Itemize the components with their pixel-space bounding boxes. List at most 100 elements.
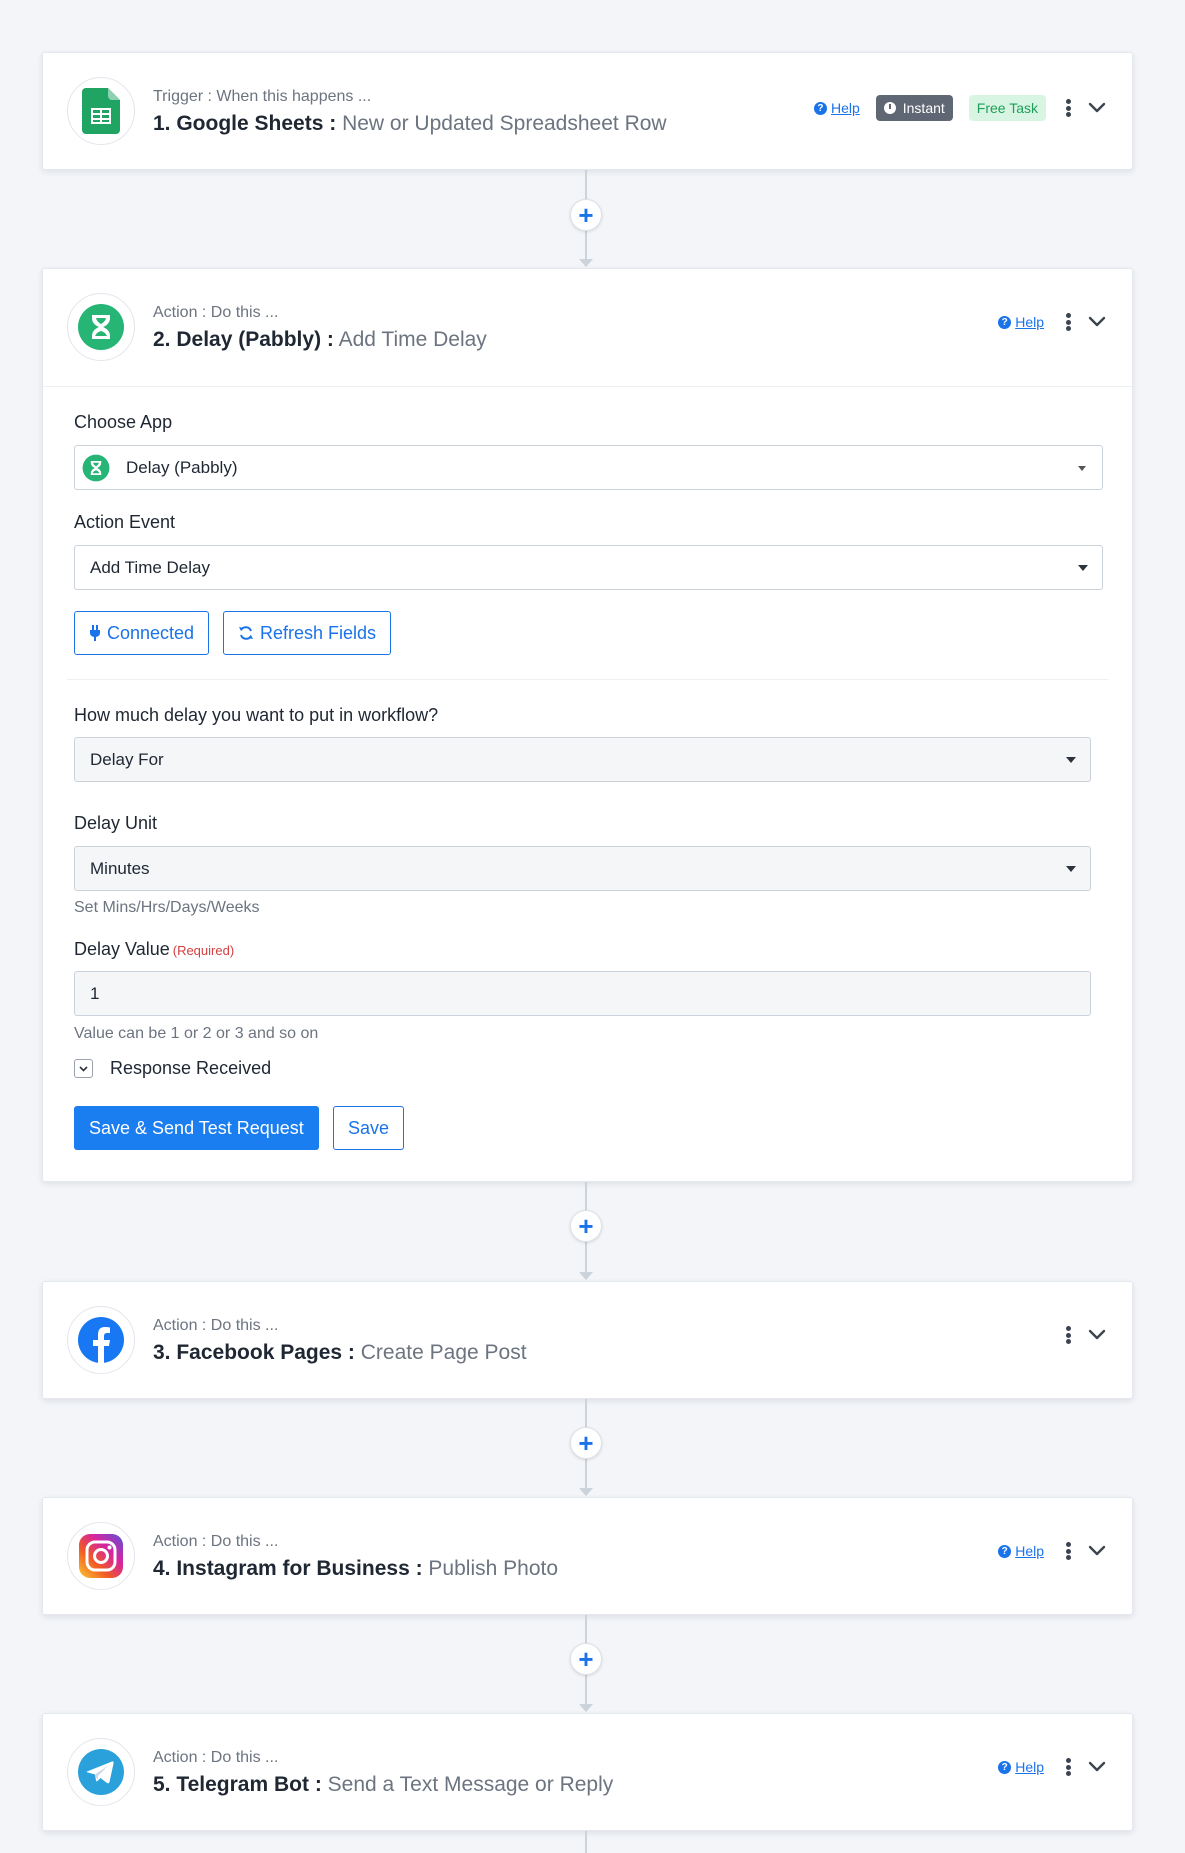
delay-unit-label: Delay Unit [74,813,158,833]
step-title: 4. Instagram for Business : Publish Phot… [153,1557,558,1581]
step-actions: ? Help [998,307,1108,337]
step-actions: ? Help Instant Free Task [813,93,1108,123]
step-event-name: New or Updated Spreadsheet Row [342,112,667,135]
section-divider [67,679,1108,680]
delay-question-label: How much delay you want to put in workfl… [74,705,439,725]
step-actions [1060,1320,1108,1350]
step-card-instagram[interactable]: Action : Do this ... 4. Instagram for Bu… [42,1497,1133,1615]
delay-value-text: 1 [90,983,100,1003]
step-title: 2. Delay (Pabbly) : Add Time Delay [153,328,487,352]
app-logo [67,1738,135,1806]
step-header[interactable]: Action : Do this ... 2. Delay (Pabbly) :… [43,269,1132,386]
step-heading: Action : Do this ... 3. Facebook Pages :… [153,1317,527,1365]
response-received-label: Response Received [110,1058,272,1078]
step-card-telegram[interactable]: Action : Do this ... 5. Telegram Bot : S… [42,1713,1133,1831]
add-step-button[interactable]: + [570,1427,602,1459]
delay-unit-select[interactable]: Minutes [74,846,1091,891]
step-app-name: 5. Telegram Bot : [153,1773,322,1796]
plug-icon [90,625,100,641]
chevron-down-icon[interactable] [1086,311,1108,333]
add-step-button[interactable]: + [570,199,602,231]
chevron-down-icon [79,1066,88,1072]
step-actions: ? Help [998,1752,1108,1782]
step-heading: Action : Do this ... 4. Instagram for Bu… [153,1533,558,1581]
connector-arrow [579,1488,593,1496]
connector-line [585,1831,587,1853]
add-step-button[interactable]: + [570,1643,602,1675]
save-button[interactable]: Save [333,1106,405,1150]
chevron-down-icon[interactable] [1086,1324,1108,1346]
more-options-icon[interactable] [1060,96,1076,120]
step-heading: Trigger : When this happens ... 1. Googl… [153,88,667,136]
instant-badge: Instant [875,95,953,121]
step-header[interactable]: Action : Do this ... 4. Instagram for Bu… [43,1498,1132,1615]
response-toggle[interactable] [74,1059,93,1078]
more-options-icon[interactable] [1060,1755,1076,1779]
delay-value-label: Delay Value (Required) [74,939,235,959]
delay-value-hint: Value can be 1 or 2 or 3 and so on [74,1025,319,1042]
step-subtitle: Action : Do this ... [153,1533,279,1550]
save-send-test-button[interactable]: Save & Send Test Request [74,1106,319,1150]
step-header[interactable]: Action : Do this ... 3. Facebook Pages :… [43,1282,1132,1399]
telegram-icon [78,1749,124,1795]
step-title: 1. Google Sheets : New or Updated Spread… [153,112,667,136]
more-options-icon[interactable] [1060,310,1076,334]
step-event-name: Send a Text Message or Reply [327,1773,614,1796]
app-logo [67,77,135,145]
more-options-icon[interactable] [1060,1539,1076,1563]
action-event-select[interactable]: Add Time Delay [74,545,1103,590]
chevron-down-icon[interactable] [1086,97,1108,119]
step-subtitle: Trigger : When this happens ... [153,88,372,105]
refresh-icon [239,626,253,640]
step-heading: Action : Do this ... 5. Telegram Bot : S… [153,1749,613,1797]
step-event-name: Publish Photo [428,1557,559,1580]
step-event-name: Create Page Post [360,1341,527,1364]
connector-arrow [579,259,593,267]
delay-type-value: Delay For [90,749,164,769]
help-link[interactable]: ? Help [998,314,1044,330]
action-event-label: Action Event [74,512,176,532]
step-card-delay[interactable]: Action : Do this ... 2. Delay (Pabbly) :… [42,268,1133,1182]
hourglass-icon [82,454,110,481]
step-card-google-sheets[interactable]: Trigger : When this happens ... 1. Googl… [42,52,1133,170]
step-title: 3. Facebook Pages : Create Page Post [153,1341,527,1365]
help-link[interactable]: ? Help [998,1759,1044,1775]
app-logo [67,1306,135,1374]
help-link[interactable]: ? Help [813,100,860,116]
step-app-name: 4. Instagram for Business : [153,1557,423,1580]
action-event-value: Add Time Delay [90,557,210,577]
caret-down-icon [1078,466,1086,471]
add-step-button[interactable]: + [570,1210,602,1242]
chevron-down-icon[interactable] [1086,1756,1108,1778]
caret-down-icon [1066,866,1076,872]
step-subtitle: Action : Do this ... [153,1749,279,1766]
help-link[interactable]: ? Help [998,1543,1044,1559]
caret-down-icon [1078,565,1088,571]
step-title: 5. Telegram Bot : Send a Text Message or… [153,1773,613,1797]
connected-button[interactable]: Connected [74,611,210,655]
required-tag: (Required) [172,943,235,958]
instagram-icon [79,1534,123,1578]
chevron-down-icon[interactable] [1086,1540,1108,1562]
facebook-icon [78,1317,124,1363]
delay-value-input[interactable]: 1 [74,971,1091,1016]
step-form: Choose App Delay (Pabbly) Action Event A… [43,386,1132,1182]
caret-down-icon [1066,757,1076,763]
more-options-icon[interactable] [1060,1323,1076,1347]
clock-icon [883,102,896,114]
connector-arrow [579,1272,593,1280]
delay-type-select[interactable]: Delay For [74,737,1091,782]
choose-app-select[interactable]: Delay (Pabbly) [74,445,1103,490]
refresh-fields-button[interactable]: Refresh Fields [223,611,392,655]
step-header[interactable]: Trigger : When this happens ... 1. Googl… [43,53,1132,170]
step-card-facebook-pages[interactable]: Action : Do this ... 3. Facebook Pages :… [42,1281,1133,1399]
step-app-name: 1. Google Sheets : [153,112,337,135]
step-actions: ? Help [998,1536,1108,1566]
question-icon: ? [998,1760,1012,1774]
step-header[interactable]: Action : Do this ... 5. Telegram Bot : S… [43,1714,1132,1831]
step-app-name: 3. Facebook Pages : [153,1341,355,1364]
question-icon: ? [998,1544,1012,1558]
step-heading: Action : Do this ... 2. Delay (Pabbly) :… [153,304,487,352]
delay-unit-hint: Set Mins/Hrs/Days/Weeks [74,899,260,916]
hourglass-icon [78,304,124,350]
